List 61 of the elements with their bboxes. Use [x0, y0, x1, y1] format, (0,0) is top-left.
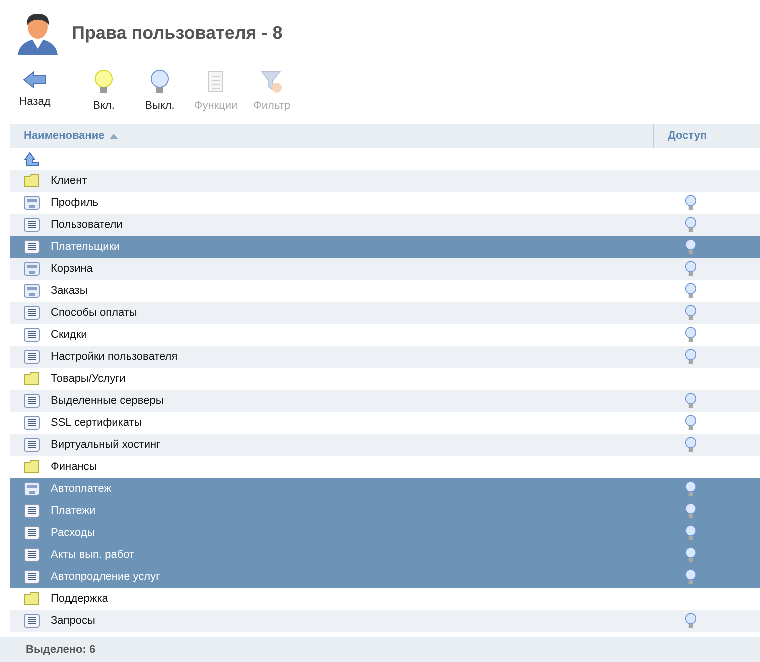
- folder-icon: [24, 372, 40, 386]
- table-row[interactable]: Выделенные серверы: [10, 390, 760, 412]
- selected-count: Выделено: 6: [26, 644, 96, 656]
- table-row[interactable]: Способы оплаты: [10, 302, 760, 324]
- row-name: Виртуальный хостинг: [51, 439, 161, 451]
- list-icon: [24, 218, 40, 232]
- row-name: Способы оплаты: [51, 307, 138, 319]
- list-icon: [24, 438, 40, 452]
- folder-icon: [24, 174, 40, 188]
- row-name: Платежи: [51, 505, 96, 517]
- toolbar-button[interactable]: Выкл.: [134, 70, 186, 112]
- row-name: Клиент: [51, 175, 88, 187]
- list-icon: [24, 570, 40, 584]
- list-icon: [24, 548, 40, 562]
- form-icon: [24, 196, 40, 210]
- page-title: Права пользователя - 8: [72, 22, 283, 44]
- back-arrow-icon: [23, 70, 47, 90]
- list-icon: [24, 504, 40, 518]
- pages-icon: [206, 70, 226, 94]
- light-bulb-icon: [94, 70, 114, 94]
- row-name: Запросы: [51, 615, 96, 627]
- folder-icon: [24, 460, 40, 474]
- list-icon: [24, 614, 40, 628]
- row-name: Заказы: [51, 285, 88, 297]
- form-icon: [24, 262, 40, 276]
- row-name: Автоплатеж: [51, 483, 112, 495]
- row-name: Пользователи: [51, 219, 123, 231]
- row-name: Товары/Услуги: [51, 373, 126, 385]
- row-name: Настройки пользователя: [51, 351, 178, 363]
- list-icon: [24, 526, 40, 540]
- list-icon: [24, 328, 40, 342]
- table-row[interactable]: Клиент: [10, 170, 760, 192]
- funnel-icon: [261, 70, 283, 94]
- form-icon: [24, 482, 40, 496]
- list-icon: [24, 306, 40, 320]
- row-name: SSL сертификаты: [51, 417, 142, 429]
- list-icon: [24, 416, 40, 430]
- list-icon: [24, 394, 40, 408]
- row-name: Скидки: [51, 329, 88, 341]
- table-row[interactable]: Настройки пользователя: [10, 346, 760, 368]
- row-name: Корзина: [51, 263, 93, 275]
- row-name: Финансы: [51, 461, 98, 473]
- folder-icon: [24, 592, 40, 606]
- toolbar-button[interactable]: Назад: [10, 70, 60, 108]
- table-row[interactable]: Корзина: [10, 258, 760, 280]
- list-icon: [24, 350, 40, 364]
- light-bulb-icon: [150, 70, 170, 94]
- list-icon: [24, 240, 40, 254]
- table-row[interactable]: Виртуальный хостинг: [10, 434, 760, 456]
- row-name: Выделенные серверы: [51, 395, 164, 407]
- up-arrow-icon: [24, 151, 40, 167]
- row-name: Плательщики: [51, 241, 120, 253]
- form-icon: [24, 284, 40, 298]
- row-name: Расходы: [51, 527, 96, 539]
- table-row[interactable]: Пользователи: [10, 214, 760, 236]
- row-name: Автопродление услуг: [51, 571, 160, 583]
- toolbar-button[interactable]: Вкл.: [78, 70, 130, 112]
- row-name: Акты вып. работ: [51, 549, 135, 561]
- row-name: Профиль: [51, 197, 98, 209]
- row-name: Поддержка: [51, 593, 108, 605]
- table-row[interactable]: Запросы: [10, 610, 760, 632]
